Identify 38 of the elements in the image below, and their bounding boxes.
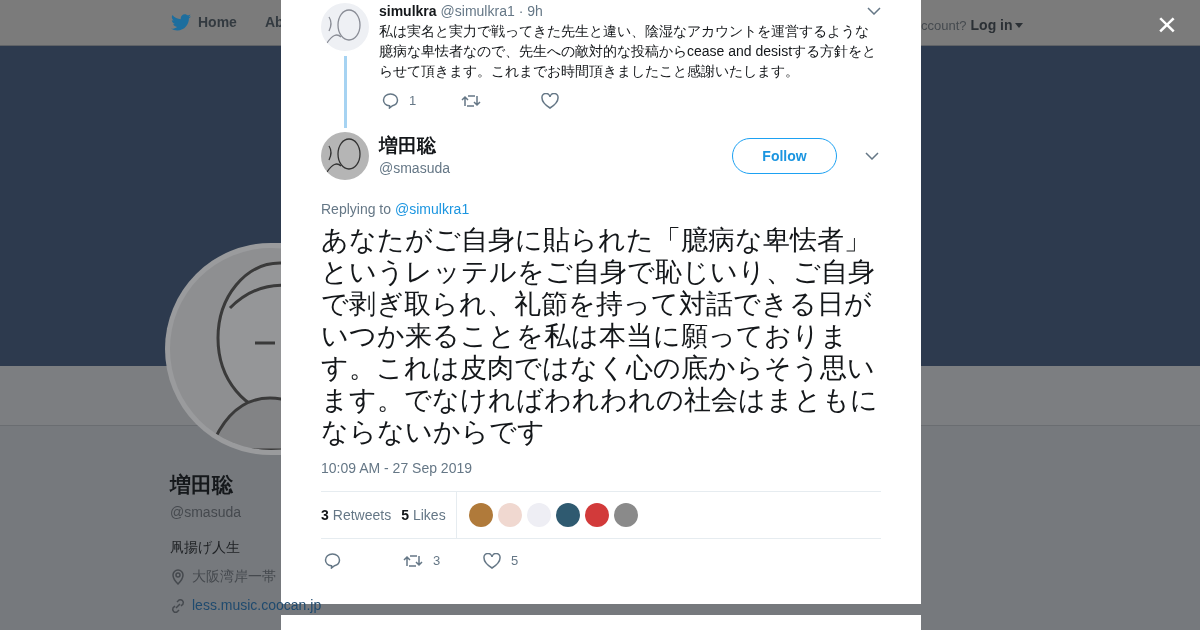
like-button[interactable]: 5 xyxy=(483,551,519,571)
nav-link[interactable]: Home xyxy=(171,12,237,33)
reply-icon[interactable] xyxy=(324,552,341,569)
liker-avatar[interactable] xyxy=(584,503,609,527)
tweet-timestamp[interactable]: 10:09 AM - 27 Sep 2019 xyxy=(321,458,881,479)
tweet-text: 私は実名と実力で戦ってきた先生と違い、陰湿なアカウントを運営するような臆病な卑怯者なので、先生への敵対的な投稿からcease and desistする方針をとらせて頂きます。これまでお時間頂きましたこと感謝いたします。 xyxy=(379,22,878,81)
chevron-down-icon[interactable] xyxy=(867,7,881,15)
liker-avatar[interactable] xyxy=(555,503,580,527)
retweets-stat[interactable]: 3 Retweets xyxy=(321,504,392,526)
likes-stat[interactable]: 5 Likes xyxy=(401,504,446,526)
author-handle[interactable]: @smasuda xyxy=(379,158,451,178)
caret-icon xyxy=(1014,23,1023,28)
tweet-time[interactable]: · 9h xyxy=(518,3,543,19)
liker-avatar[interactable] xyxy=(613,503,638,527)
location-pin-icon xyxy=(170,568,186,585)
reply-button[interactable]: 1 xyxy=(382,91,461,111)
mention-link[interactable]: @simulkra1 xyxy=(395,199,470,220)
retweet-icon xyxy=(403,553,423,568)
thread-line xyxy=(343,56,347,128)
profile-name: 増田聡 xyxy=(170,472,233,498)
like-icon xyxy=(483,552,501,569)
liker-avatar[interactable] xyxy=(468,503,493,527)
chevron-down-icon[interactable] xyxy=(865,152,879,160)
author-name[interactable]: 増田聡 xyxy=(379,134,451,158)
retweet-icon[interactable] xyxy=(461,93,481,108)
bird-icon xyxy=(171,14,191,31)
replying-to-label: Replying to xyxy=(321,200,392,219)
login-link[interactable]: Log in xyxy=(970,15,1023,36)
close-button[interactable]: × xyxy=(1150,4,1184,44)
link-icon xyxy=(170,597,186,614)
like-icon[interactable] xyxy=(541,92,559,109)
reply-icon xyxy=(382,92,399,109)
author-name[interactable]: simulkra xyxy=(379,3,437,19)
profile-bio: 凧揚げ人生 xyxy=(170,538,240,557)
retweet-button[interactable]: 3 xyxy=(403,551,483,571)
avatar[interactable] xyxy=(321,132,369,180)
tweet-text: あなたがご自身に貼られた「臆病な卑怯者」というレッテルをご自身で恥じいり、ご自身で剥ぎ取られ、礼節を持って対話できる日がいつか来ることを私は本当に願っております。これは皮肉ではなく心の底からそう思います。でなければわれわれの社会はまともにならないからです xyxy=(321,224,879,448)
author-handle[interactable]: @simulkra1 xyxy=(440,3,515,19)
